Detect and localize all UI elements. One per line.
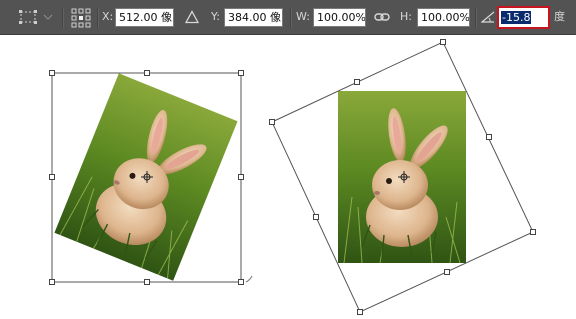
chain-link-icon[interactable] [374,11,390,23]
rotate-cursor-icon [245,275,253,283]
height-field[interactable]: 100.00% [417,8,470,27]
toolbar-divider [475,8,477,28]
chevron-down-icon[interactable] [43,13,53,21]
transform-tool-icon[interactable] [18,9,40,25]
y-label: Y: [211,10,220,23]
height-label: H: [400,10,412,23]
x-label: X: [102,10,114,23]
rotation-angle-value: -15.8 [501,11,532,24]
width-field[interactable]: 100.00% [313,8,366,27]
toolbar-divider [62,8,64,28]
angle-icon [481,11,495,23]
y-position-field[interactable]: 384.00 像 [224,8,283,27]
options-bar: X: 512.00 像 Y: 384.00 像 W: 100.00% H: 10… [0,0,576,35]
toolbar-divider [290,8,292,28]
delta-triangle-icon[interactable] [185,10,199,24]
toolbar-divider [97,8,99,28]
canvas [49,39,536,315]
reference-point-grid-icon[interactable] [71,8,91,28]
x-position-field[interactable]: 512.00 像 [115,8,174,27]
width-label: W: [296,10,310,23]
rotation-angle-field[interactable]: -15.8 [499,8,548,27]
angle-unit-label: 度 [554,10,565,23]
